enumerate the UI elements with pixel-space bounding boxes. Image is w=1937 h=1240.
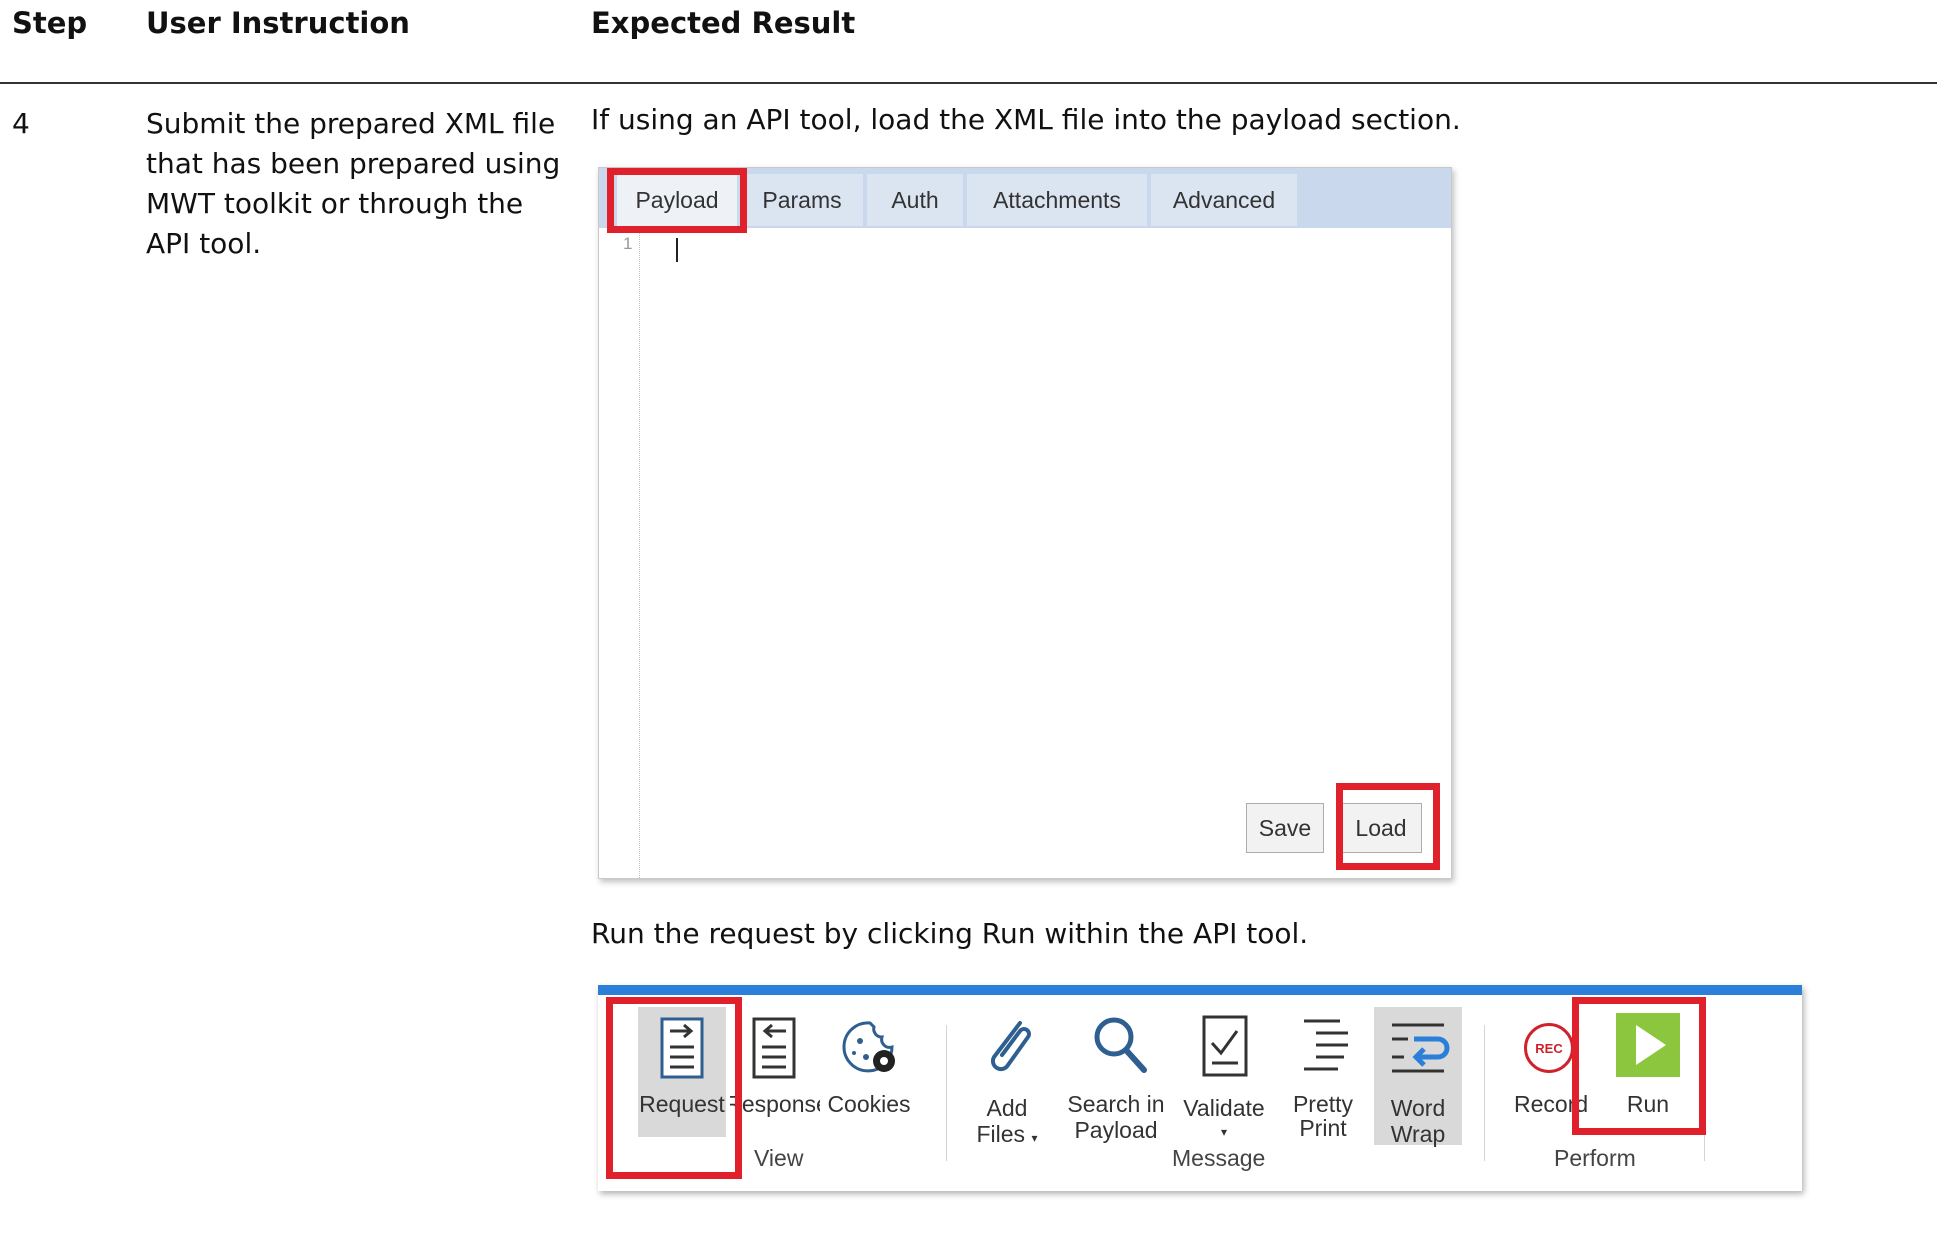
instruction-line: Submit the prepared XML file (146, 107, 556, 140)
dropdown-caret-icon: ▾ (1031, 1131, 1038, 1145)
search-label-2: Payload (1074, 1117, 1158, 1143)
expected-result-text-2: Run the request by clicking Run within t… (591, 917, 1309, 950)
header-expected-result: Expected Result (591, 6, 856, 40)
search-icon (1094, 1017, 1147, 1073)
dropdown-caret-icon: ▾ (1220, 1125, 1228, 1139)
save-button[interactable]: Save (1246, 803, 1324, 853)
step-number: 4 (12, 107, 30, 140)
group-label-view: View (754, 1145, 804, 1171)
record-badge-text: REC (1535, 1040, 1563, 1056)
pretty-print-label-2: Print (1299, 1115, 1347, 1141)
tab-auth[interactable]: Auth (867, 174, 963, 226)
pretty-print-button[interactable]: Pretty Print (1278, 1007, 1368, 1143)
record-icon: REC (1524, 1023, 1574, 1073)
pretty-print-label-1: Pretty (1292, 1091, 1354, 1117)
cookies-icon (842, 1021, 895, 1073)
tab-advanced[interactable]: Advanced (1151, 174, 1297, 226)
load-button-highlight (1336, 783, 1440, 870)
add-files-label-2: Files ▾ (962, 1121, 1052, 1151)
cookies-label: Cookies (827, 1091, 911, 1117)
paperclip-icon (990, 1021, 1031, 1072)
instruction-line: MWT toolkit or through the (146, 187, 524, 220)
response-label: Response (730, 1091, 820, 1117)
payload-text-area[interactable] (643, 228, 1443, 788)
validate-icon (1202, 1015, 1248, 1077)
tab-attachments[interactable]: Attachments (967, 174, 1147, 226)
api-tool-ribbon-screenshot: Request Response Cookies Add File (598, 985, 1802, 1191)
header-step: Step (12, 6, 88, 40)
cookies-button[interactable]: Cookies (824, 1007, 914, 1137)
header-user-instruction: User Instruction (146, 6, 410, 40)
word-wrap-label-2: Wrap (1390, 1121, 1446, 1147)
payload-editor-screenshot: Payload Params Auth Attachments Advanced… (598, 167, 1452, 879)
add-files-label-text: Files (976, 1121, 1026, 1147)
word-wrap-icon (1392, 1023, 1450, 1073)
payload-tab-highlight (607, 168, 747, 233)
tab-params[interactable]: Params (741, 174, 863, 226)
request-button-highlight (606, 997, 742, 1179)
instruction-line: that has been prepared using (146, 147, 561, 180)
validate-label: Validate (1183, 1095, 1265, 1121)
word-wrap-toggle[interactable]: Word Wrap (1374, 1007, 1462, 1147)
group-separator (946, 1025, 947, 1161)
search-label-1: Search in (1067, 1091, 1165, 1117)
run-button-highlight (1572, 997, 1706, 1135)
response-button[interactable]: Response (730, 1007, 820, 1137)
search-in-payload-button[interactable]: Search in Payload (1066, 1007, 1166, 1143)
expected-result-text-1: If using an API tool, load the XML file … (591, 103, 1461, 136)
line-number-gutter (599, 228, 640, 878)
word-wrap-label-1: Word (1390, 1095, 1446, 1121)
pretty-print-icon (1304, 1019, 1348, 1071)
group-label-message: Message (1172, 1145, 1266, 1171)
instruction-line: API tool. (146, 227, 262, 260)
header-divider (0, 82, 1937, 84)
response-icon (752, 1017, 796, 1079)
group-separator (1484, 1025, 1485, 1161)
user-instruction-text: Submit the prepared XML file that has be… (146, 104, 566, 264)
group-label-perform: Perform (1554, 1145, 1636, 1171)
validate-button[interactable]: Validate ▾ (1176, 1007, 1272, 1143)
add-files-button[interactable]: Add Files ▾ (962, 1007, 1052, 1147)
line-number: 1 (623, 234, 633, 253)
add-files-label-1: Add (986, 1095, 1028, 1121)
